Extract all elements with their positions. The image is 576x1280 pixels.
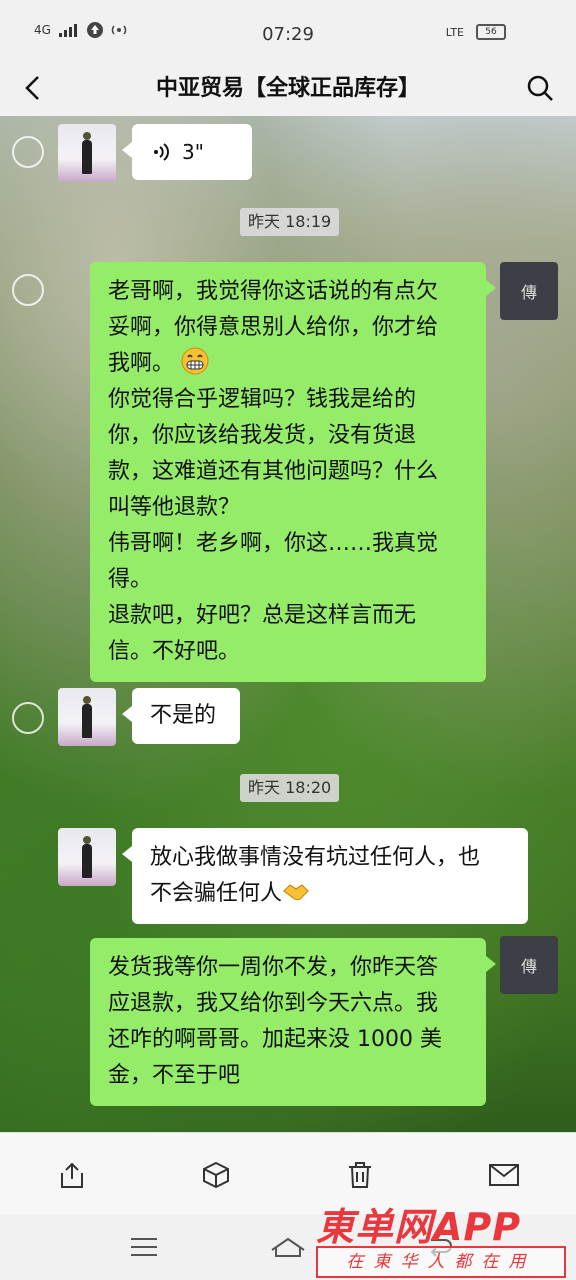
- status-right: LTE 56: [446, 24, 506, 40]
- message-line: 你，你应该给我发货，没有货退: [108, 423, 417, 448]
- avatar[interactable]: 傳: [500, 936, 558, 994]
- message-line: 发货我等你一周你不发，你昨天答: [108, 955, 439, 980]
- avatar[interactable]: [58, 688, 116, 746]
- message-line: 老哥啊，我觉得你这话说的有点欠: [108, 279, 439, 304]
- message-line: 应退款，我又给你到今天六点。我: [108, 991, 439, 1016]
- timestamp: 昨天 18:19: [240, 208, 340, 236]
- share-icon[interactable]: [52, 1155, 92, 1195]
- message-line: 信。不好吧。: [108, 639, 241, 664]
- message-bubble[interactable]: 不是的: [122, 688, 240, 744]
- message-bubble[interactable]: 放心我做事情没有坑过任何人，也 不会骗任何人: [122, 828, 528, 924]
- avatar[interactable]: [58, 828, 116, 886]
- message-line: 得。: [108, 567, 153, 592]
- timestamp: 昨天 18:20: [240, 774, 340, 802]
- handshake-emoji-icon: [283, 884, 309, 901]
- home-icon[interactable]: [268, 1230, 308, 1264]
- message-line-with-emoji: 我啊。: [108, 346, 468, 382]
- avatar[interactable]: [58, 124, 116, 182]
- status-bar: 4G 07:29 LTE 56: [0, 0, 576, 60]
- lte-label: LTE: [445, 25, 464, 39]
- message-line: 退款吧，好吧？总是这样言而无: [108, 603, 417, 628]
- chat-area[interactable]: 3" 昨天 18:19 傳 老哥啊，我觉得你这话说的有点欠 妥啊，你得意思别人给…: [0, 116, 576, 1132]
- back-icon[interactable]: [14, 68, 50, 108]
- select-circle[interactable]: [12, 274, 44, 306]
- box-icon[interactable]: [196, 1155, 236, 1195]
- mail-icon[interactable]: [484, 1155, 524, 1195]
- title-bar: 中亚贸易【全球正品库存】: [0, 60, 576, 116]
- message-line: 金，不至于吧: [108, 1063, 241, 1088]
- select-circle[interactable]: [12, 136, 44, 168]
- message-line: 款，这难道还有其他问题吗？什么: [108, 459, 439, 484]
- message-line: 你觉得合乎逻辑吗？钱我是给的: [108, 387, 417, 412]
- message-line-with-emoji: 不会骗任何人: [150, 876, 510, 912]
- select-circle[interactable]: [12, 702, 44, 734]
- page-title: 中亚贸易【全球正品库存】: [155, 76, 420, 101]
- message-line: 叫等他退款？: [108, 495, 241, 520]
- trash-icon[interactable]: [340, 1155, 380, 1195]
- grin-emoji-icon: [181, 347, 209, 375]
- voice-icon: [154, 143, 169, 161]
- avatar[interactable]: 傳: [500, 262, 558, 320]
- menu-icon[interactable]: [124, 1230, 164, 1264]
- watermark: 東单网APP 在東华人都在用: [316, 1196, 566, 1278]
- message-line: 不是的: [150, 703, 217, 728]
- message-bubble[interactable]: 老哥啊，我觉得你这话说的有点欠 妥啊，你得意思别人给你，你才给 我啊。 你觉得合…: [90, 262, 496, 682]
- watermark-subtitle: 在東华人都在用: [316, 1246, 566, 1278]
- message-line: 还咋的啊哥哥。加起来没 1000 美: [108, 1027, 442, 1052]
- message-line: 放心我做事情没有坑过任何人，也: [150, 845, 481, 870]
- voice-duration: 3": [182, 140, 204, 164]
- search-icon[interactable]: [520, 68, 560, 108]
- voice-message[interactable]: 3": [122, 124, 252, 180]
- watermark-title: 東单网APP: [316, 1205, 522, 1249]
- message-line: 妥啊，你得意思别人给你，你才给: [108, 315, 439, 340]
- message-bubble[interactable]: 发货我等你一周你不发，你昨天答 应退款，我又给你到今天六点。我 还咋的啊哥哥。加…: [90, 938, 496, 1106]
- battery-icon: 56: [476, 24, 506, 40]
- message-line: 伟哥啊！老乡啊，你这……我真觉: [108, 531, 439, 556]
